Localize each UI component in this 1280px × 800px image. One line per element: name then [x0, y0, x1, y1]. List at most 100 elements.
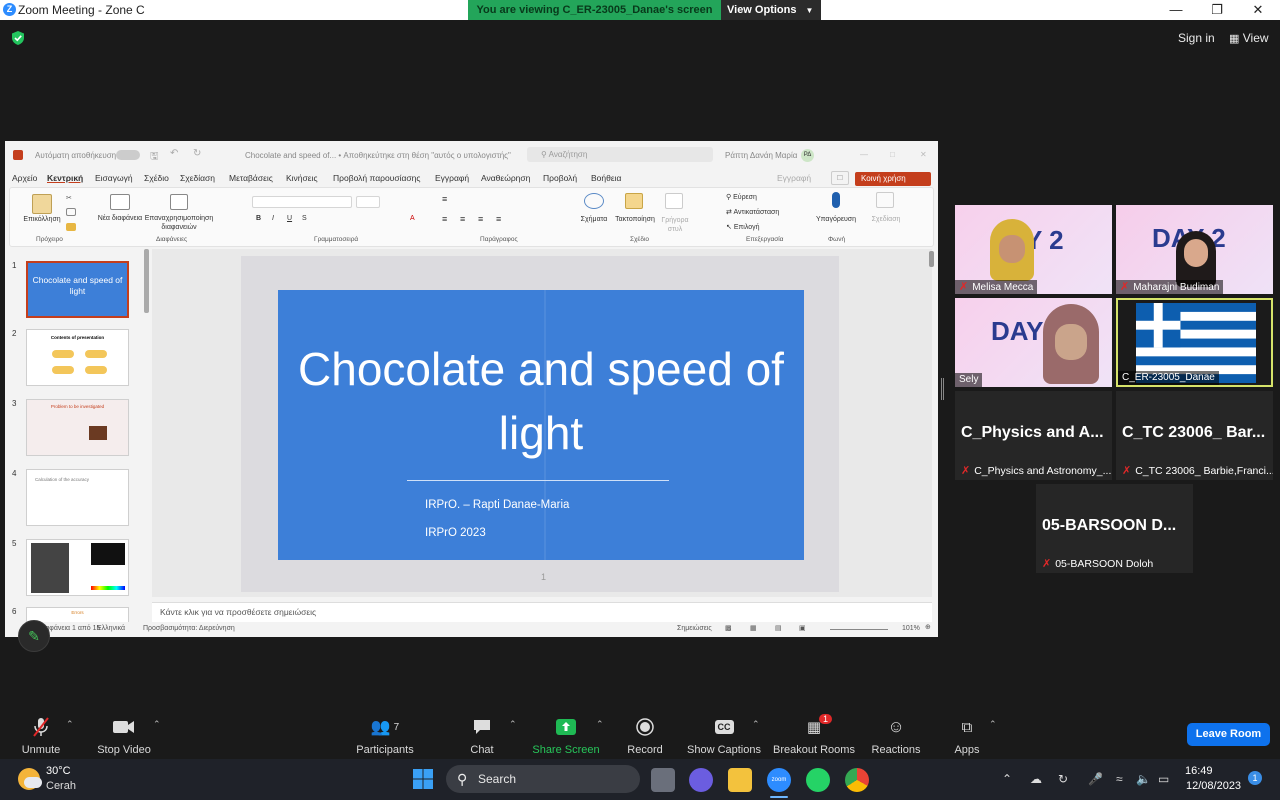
tab-insert[interactable]: Εισαγωγή [95, 173, 133, 183]
quick-styles-icon[interactable] [665, 193, 683, 209]
align-left-icon[interactable]: ≡ [442, 214, 447, 224]
arrange-icon[interactable] [625, 193, 643, 209]
ppt-search-box[interactable]: ⚲ Αναζήτηση [527, 147, 713, 162]
participant-tile[interactable]: C_Physics and A... ✗ C_Physics and Astron… [955, 391, 1112, 480]
minimize-icon[interactable]: — [1168, 2, 1184, 18]
align-right-icon[interactable]: ≡ [478, 214, 483, 224]
zoom-taskbar-icon[interactable]: zoom [767, 768, 791, 792]
language-label[interactable]: Ελληνικά [97, 625, 125, 632]
zoom-level[interactable]: 101% [902, 625, 920, 632]
save-icon[interactable]: 🖫 [150, 149, 159, 166]
tab-file[interactable]: Αρχείο [12, 173, 37, 183]
view-options-button[interactable]: View Options ▼ [721, 0, 821, 20]
underline-icon[interactable]: U [287, 215, 292, 222]
tab-slideshow[interactable]: Προβολή παρουσίασης [333, 173, 420, 183]
justify-icon[interactable]: ≡ [496, 214, 501, 224]
splitter-handle[interactable] [941, 378, 944, 400]
notes-toggle[interactable]: Σημειώσεις [677, 625, 712, 632]
tab-transitions[interactable]: Μεταβάσεις [229, 173, 273, 183]
autosave-toggle[interactable] [116, 150, 140, 160]
quick-styles-label[interactable]: Γρήγορα στυλ [658, 216, 692, 234]
accessibility-label[interactable]: Προσβασιμότητα: Διερεύνηση [143, 625, 235, 632]
share-button[interactable]: Κοινή χρήση [855, 172, 931, 186]
normal-view-icon[interactable]: ▩ [725, 624, 732, 632]
weather-condition[interactable]: Cerah [46, 780, 76, 792]
battery-icon[interactable]: ▭ [1158, 772, 1169, 786]
strikethrough-icon[interactable]: S [302, 215, 307, 222]
participant-tile[interactable]: DAY 2 ✗ Maharajni Budiman [1116, 205, 1273, 294]
font-color-icon[interactable]: A [410, 215, 415, 222]
italic-icon[interactable]: I [272, 215, 274, 222]
shapes-label[interactable]: Σχήματα [576, 216, 612, 223]
chevron-up-icon[interactable]: ⌃ [153, 719, 161, 730]
tab-record[interactable]: Εγγραφή [435, 173, 469, 183]
whatsapp-icon[interactable] [806, 768, 830, 792]
participant-tile-active[interactable]: C_ER-23005_Danae [1116, 298, 1273, 387]
slide-title[interactable]: Chocolate and speed of light [278, 337, 804, 465]
slide-thumbnail[interactable]: Contents of presentation [26, 329, 129, 386]
designer-icon[interactable] [876, 192, 894, 208]
select-button[interactable]: ↖ Επιλογή [726, 223, 760, 231]
taskbar-search[interactable]: Search [446, 765, 640, 793]
apps-button[interactable]: ⧉ Apps [922, 716, 1012, 757]
tab-review[interactable]: Αναθεώρηση [481, 173, 530, 183]
font-size-select[interactable] [356, 196, 380, 208]
chevron-up-icon[interactable]: ⌃ [1002, 772, 1012, 786]
reading-view-icon[interactable]: ▤ [775, 624, 782, 632]
new-slide-label[interactable]: Νέα διαφάνεια [96, 214, 144, 223]
task-view-icon[interactable] [651, 768, 675, 792]
file-explorer-icon[interactable] [728, 768, 752, 792]
font-name-select[interactable] [252, 196, 352, 208]
cut-icon[interactable]: ✂ [66, 194, 76, 202]
slide-subtitle[interactable]: IRPrO. – Rapti Danae-Maria [425, 499, 569, 511]
slide-scrollbar[interactable] [929, 251, 934, 267]
microphone-icon[interactable] [832, 192, 840, 208]
paste-label[interactable]: Επικόλληση [18, 216, 66, 223]
tab-design[interactable]: Σχέδιο [144, 173, 169, 183]
arrange-label[interactable]: Τακτοποίηση [610, 216, 660, 223]
tab-home[interactable]: Κεντρική [47, 173, 83, 183]
find-button[interactable]: ⚲ Εύρεση [726, 193, 757, 201]
sign-in-link[interactable]: Sign in [1178, 31, 1215, 45]
shapes-icon[interactable] [584, 193, 604, 209]
slide-subtitle[interactable]: IRPrO 2023 [425, 527, 486, 539]
ppt-minimize-icon[interactable]: — [860, 150, 868, 159]
notes-pane[interactable]: Κάντε κλικ για να προσθέσετε σημειώσεις [152, 602, 932, 622]
copy-icon[interactable] [66, 208, 76, 216]
record-button[interactable]: Record [600, 716, 690, 756]
comment-icon[interactable]: □ [831, 171, 849, 185]
tab-view[interactable]: Προβολή [543, 173, 577, 183]
ppt-maximize-icon[interactable]: □ [890, 150, 895, 159]
replace-button[interactable]: ⇄ Αντικατάσταση [726, 208, 779, 216]
breakout-rooms-button[interactable]: ▦ 1 Breakout Rooms [769, 714, 859, 756]
paste-icon[interactable] [32, 194, 52, 214]
format-painter-icon[interactable] [66, 223, 76, 231]
designer-label[interactable]: Σχεδίαση [864, 216, 908, 223]
maximize-icon[interactable]: ❐ [1209, 2, 1225, 18]
slide-thumbnail[interactable] [26, 539, 129, 596]
notification-badge[interactable]: 1 [1248, 771, 1262, 785]
tab-animations[interactable]: Κινήσεις [286, 173, 318, 183]
reuse-slides-icon[interactable] [170, 194, 188, 210]
new-slide-icon[interactable] [110, 194, 130, 210]
chevron-up-icon[interactable]: ⌃ [66, 719, 74, 730]
cloud-sync-icon[interactable]: ☁ [1030, 772, 1042, 786]
view-button[interactable]: ▦ View [1229, 31, 1269, 45]
sorter-view-icon[interactable]: ▦ [750, 624, 757, 632]
participant-tile[interactable]: Y 2 ✗ Melisa Mecca [955, 205, 1112, 294]
bold-icon[interactable]: B [256, 215, 261, 222]
thumbnail-scrollbar[interactable] [144, 249, 149, 313]
refresh-icon[interactable]: ↻ [1058, 772, 1068, 786]
chevron-up-icon[interactable]: ⌃ [989, 719, 997, 730]
ppt-close-icon[interactable]: ✕ [920, 150, 927, 159]
volume-icon[interactable]: 🔈 [1136, 772, 1151, 786]
teams-chat-icon[interactable] [689, 768, 713, 792]
clock-date[interactable]: 12/08/2023 [1186, 780, 1241, 792]
leave-room-button[interactable]: Leave Room [1187, 723, 1270, 746]
participant-tile[interactable]: C_TC 23006_ Bar... ✗ C_TC 23006_ Barbie,F… [1116, 391, 1273, 480]
redo-icon[interactable]: ↻ [193, 148, 201, 159]
microphone-icon[interactable]: 🎤 [1088, 772, 1103, 786]
chevron-up-icon[interactable]: ⌃ [509, 719, 517, 730]
participant-tile[interactable]: 05-BARSOON D... ✗ 05-BARSOON Doloh [1036, 484, 1193, 573]
chrome-icon[interactable] [845, 768, 869, 792]
